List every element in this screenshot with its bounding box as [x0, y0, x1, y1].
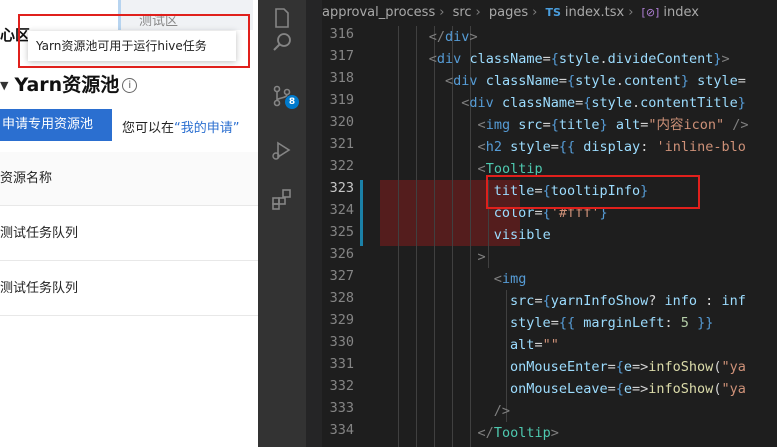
highlight-box-tooltip: [18, 14, 250, 68]
code-line: alt="": [510, 337, 559, 353]
scm-badge: 8: [285, 95, 299, 109]
page-title-text: Yarn资源池: [14, 74, 120, 96]
apply-dedicated-pool-button[interactable]: 申请专用资源池: [0, 109, 112, 141]
code-line: <img: [493, 271, 527, 287]
line-number: 316: [329, 26, 354, 42]
activity-bar: 8: [258, 0, 306, 447]
line-number: 327: [329, 268, 354, 284]
line-number: 325: [329, 224, 354, 240]
line-number: 329: [329, 312, 354, 328]
web-app-pane: 测试区 心区 Yarn资源池可用于运行hive任务 ▼ Yarn资源池 i 申请专用…: [0, 0, 258, 447]
apply-hint-prefix: 您可以在: [122, 121, 175, 136]
table-header: 资源名称: [0, 152, 258, 206]
code-line: </div>: [428, 29, 478, 45]
code-line: <h2 style={{ display: 'inline-blo: [477, 139, 746, 155]
code-line: onMouseLeave={e=>infoShow("ya: [510, 381, 746, 397]
line-number: 328: [329, 290, 354, 306]
my-applications-link[interactable]: “我的申请”: [174, 121, 239, 136]
line-number: 331: [329, 356, 354, 372]
breadcrumb: approval_process › src › pages › TS index.ts…: [322, 0, 777, 26]
vscode-editor-window: 8 approval_process › src › pages › TS index.…: [258, 0, 777, 447]
line-number: 319: [329, 92, 354, 108]
code-line: onMouseEnter={e=>infoShow("ya: [510, 359, 746, 375]
modified-line-marker: [360, 180, 363, 246]
info-icon[interactable]: i: [122, 78, 138, 93]
breadcrumb-item[interactable]: pages: [489, 5, 528, 20]
line-number: 334: [329, 422, 354, 438]
table-cell-resource-name: 测试任务队列: [0, 281, 79, 296]
symbol-namespace-icon: [⊘]: [641, 6, 660, 19]
column-header-resource-name: 资源名称: [0, 171, 53, 186]
line-number: 324: [329, 202, 354, 218]
line-number-active: 323: [329, 180, 354, 196]
code-line: visible: [493, 227, 551, 243]
apply-hint: 您可以在“我的申请”: [122, 117, 240, 136]
line-number: 330: [329, 334, 354, 350]
code-line: </Tooltip>: [477, 425, 559, 441]
typescript-file-icon: TS: [545, 6, 561, 19]
code-line: src={yarnInfoShow? info : inf: [510, 293, 746, 309]
code-line: style={{ marginLeft: 5 }}: [510, 315, 714, 331]
line-number: 320: [329, 114, 354, 130]
line-number: 318: [329, 70, 354, 86]
line-number: 333: [329, 400, 354, 416]
line-number: 326: [329, 246, 354, 262]
table-row[interactable]: 测试任务队列: [0, 261, 258, 316]
code-line: <div className={style.contentTitle}: [461, 95, 746, 111]
breadcrumb-item[interactable]: index.tsx: [565, 5, 624, 20]
line-number-gutter: 316 317 318 319 320 321 322 323 324 325 …: [306, 26, 368, 447]
explorer-icon[interactable]: [270, 6, 294, 30]
breadcrumb-item[interactable]: approval_process: [322, 5, 435, 20]
highlight-box-code: [486, 175, 700, 209]
run-debug-icon[interactable]: [270, 138, 294, 162]
code-line: <img src={title} alt="内容icon" />: [477, 117, 749, 133]
line-number: 332: [329, 378, 354, 394]
search-icon[interactable]: [270, 30, 294, 54]
code-editor[interactable]: </div> <div className={style.divideConte…: [380, 26, 777, 447]
code-line: <div className={style.content} style=: [445, 73, 746, 89]
breadcrumb-item[interactable]: index: [663, 5, 699, 20]
line-number: 317: [329, 48, 354, 64]
breadcrumb-item[interactable]: src: [453, 5, 472, 20]
code-line: <div className={style.divideContent}>: [428, 51, 730, 67]
table-cell-resource-name: 测试任务队列: [0, 226, 79, 241]
line-number: 322: [329, 158, 354, 174]
page-title: ▼ Yarn资源池 i: [0, 70, 138, 97]
extensions-icon[interactable]: [270, 187, 294, 211]
code-line: >: [477, 249, 486, 265]
table-row[interactable]: 测试任务队列: [0, 206, 258, 261]
caret-down-icon: ▼: [0, 79, 9, 92]
code-line: />: [493, 403, 511, 419]
line-number: 321: [329, 136, 354, 152]
